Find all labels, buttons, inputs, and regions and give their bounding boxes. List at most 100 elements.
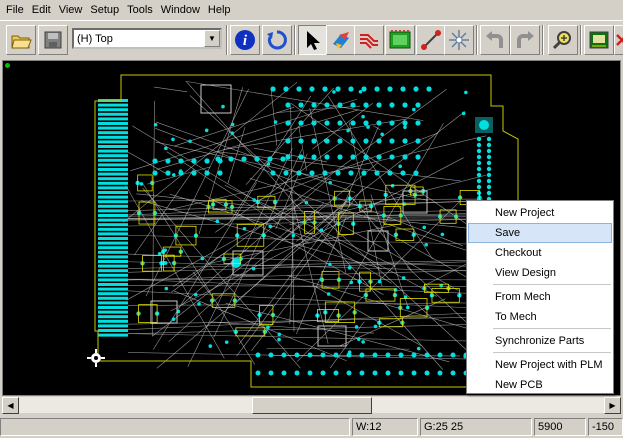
pad bbox=[361, 86, 367, 92]
menu-item-view-design[interactable]: View Design bbox=[468, 263, 612, 283]
status-bar: W:12 G:25 25 5900 -150 bbox=[0, 416, 623, 438]
route-icon bbox=[360, 34, 378, 49]
select-button[interactable] bbox=[298, 25, 328, 55]
via bbox=[390, 183, 395, 188]
menu-file[interactable]: File bbox=[2, 1, 28, 19]
component-icon bbox=[333, 32, 349, 49]
route-button[interactable] bbox=[354, 25, 384, 55]
pad bbox=[337, 138, 343, 144]
trace bbox=[166, 151, 310, 244]
pad bbox=[311, 138, 317, 144]
save-button[interactable] bbox=[38, 25, 68, 55]
chevron-down-icon[interactable]: ▼ bbox=[204, 30, 220, 47]
via bbox=[328, 262, 332, 267]
scroll-left-button[interactable]: ◀ bbox=[2, 397, 19, 414]
pad bbox=[389, 154, 395, 160]
pad bbox=[268, 352, 274, 358]
edge-finger bbox=[98, 269, 128, 273]
pad bbox=[311, 102, 317, 108]
menu-window[interactable]: Window bbox=[157, 1, 204, 19]
pad bbox=[402, 154, 408, 160]
zoom-button[interactable] bbox=[548, 25, 578, 55]
pad bbox=[415, 102, 421, 108]
status-width: W:12 bbox=[352, 418, 418, 436]
menu-item-checkout[interactable]: Checkout bbox=[468, 243, 612, 263]
trace-button[interactable] bbox=[416, 25, 446, 55]
via bbox=[242, 226, 247, 231]
ecd-icon bbox=[449, 30, 469, 50]
via bbox=[163, 261, 168, 265]
edge-finger bbox=[98, 287, 128, 291]
via bbox=[347, 266, 352, 270]
edge-finger bbox=[98, 214, 128, 217]
menu-item-synchronize-parts[interactable]: Synchronize Parts bbox=[468, 331, 612, 351]
via bbox=[171, 317, 176, 321]
board-button[interactable] bbox=[584, 25, 614, 55]
via bbox=[188, 139, 192, 144]
menu-help[interactable]: Help bbox=[204, 1, 235, 19]
pad bbox=[402, 138, 408, 144]
scroll-right-button[interactable]: ▶ bbox=[604, 397, 621, 414]
menu-item-save[interactable]: Save bbox=[468, 223, 612, 243]
via bbox=[291, 233, 296, 238]
delete-button[interactable] bbox=[614, 25, 623, 55]
via bbox=[422, 225, 427, 230]
open-icon bbox=[11, 35, 32, 49]
edge-finger bbox=[98, 108, 128, 112]
trace bbox=[245, 87, 334, 185]
menu-item-new-project[interactable]: New Project bbox=[468, 203, 612, 223]
edge-finger bbox=[98, 186, 128, 190]
pad bbox=[294, 352, 300, 358]
pad bbox=[255, 352, 261, 358]
edge-finger bbox=[98, 241, 128, 245]
via bbox=[230, 122, 235, 127]
menu-edit[interactable]: Edit bbox=[28, 1, 55, 19]
pad bbox=[298, 102, 304, 108]
pad bbox=[486, 178, 492, 184]
edge-finger bbox=[98, 209, 128, 213]
via bbox=[266, 325, 270, 329]
pad bbox=[363, 120, 369, 126]
open-button[interactable] bbox=[6, 25, 36, 55]
refresh-button[interactable] bbox=[262, 25, 292, 55]
trace bbox=[127, 316, 484, 325]
component-button[interactable] bbox=[326, 25, 356, 55]
info-button[interactable]: i bbox=[230, 25, 260, 55]
via bbox=[464, 90, 468, 95]
trace bbox=[127, 278, 484, 281]
via bbox=[157, 252, 162, 256]
menu-view[interactable]: View bbox=[55, 1, 87, 19]
undo-button[interactable] bbox=[480, 25, 510, 55]
menu-tools[interactable]: Tools bbox=[123, 1, 157, 19]
pad bbox=[402, 102, 408, 108]
trace bbox=[270, 90, 278, 146]
trace bbox=[127, 198, 484, 202]
horizontal-scrollbar[interactable]: ◀ ▶ bbox=[2, 396, 621, 414]
edge-finger bbox=[98, 246, 128, 250]
component-outline bbox=[395, 228, 415, 241]
menu-item-from-mech[interactable]: From Mech bbox=[468, 287, 612, 307]
menu-setup[interactable]: Setup bbox=[86, 1, 123, 19]
via bbox=[164, 286, 169, 291]
status-x-coordinate: 5900 bbox=[534, 418, 586, 436]
via bbox=[163, 248, 168, 252]
pad bbox=[322, 86, 328, 92]
trace-icon bbox=[421, 30, 441, 50]
menu-item-to-mech[interactable]: To Mech bbox=[468, 307, 612, 327]
via bbox=[328, 181, 332, 185]
menu-item-new-pcb[interactable]: New PCB bbox=[468, 375, 612, 395]
status-y-coordinate: -150 bbox=[588, 418, 623, 436]
layer-dropdown[interactable]: (H) Top ▼ bbox=[72, 28, 222, 49]
trace bbox=[185, 80, 424, 121]
redo-button[interactable] bbox=[510, 25, 540, 55]
pad bbox=[309, 170, 315, 176]
via bbox=[230, 131, 235, 135]
ecd-button[interactable] bbox=[444, 25, 474, 55]
pad bbox=[311, 154, 317, 160]
pad bbox=[280, 156, 286, 162]
trace bbox=[287, 275, 489, 335]
scrollbar-thumb[interactable] bbox=[252, 397, 372, 414]
pad bbox=[204, 158, 210, 164]
design-verify-button[interactable] bbox=[385, 25, 415, 55]
menu-item-new-project-with-plm[interactable]: New Project with PLM bbox=[468, 355, 612, 375]
